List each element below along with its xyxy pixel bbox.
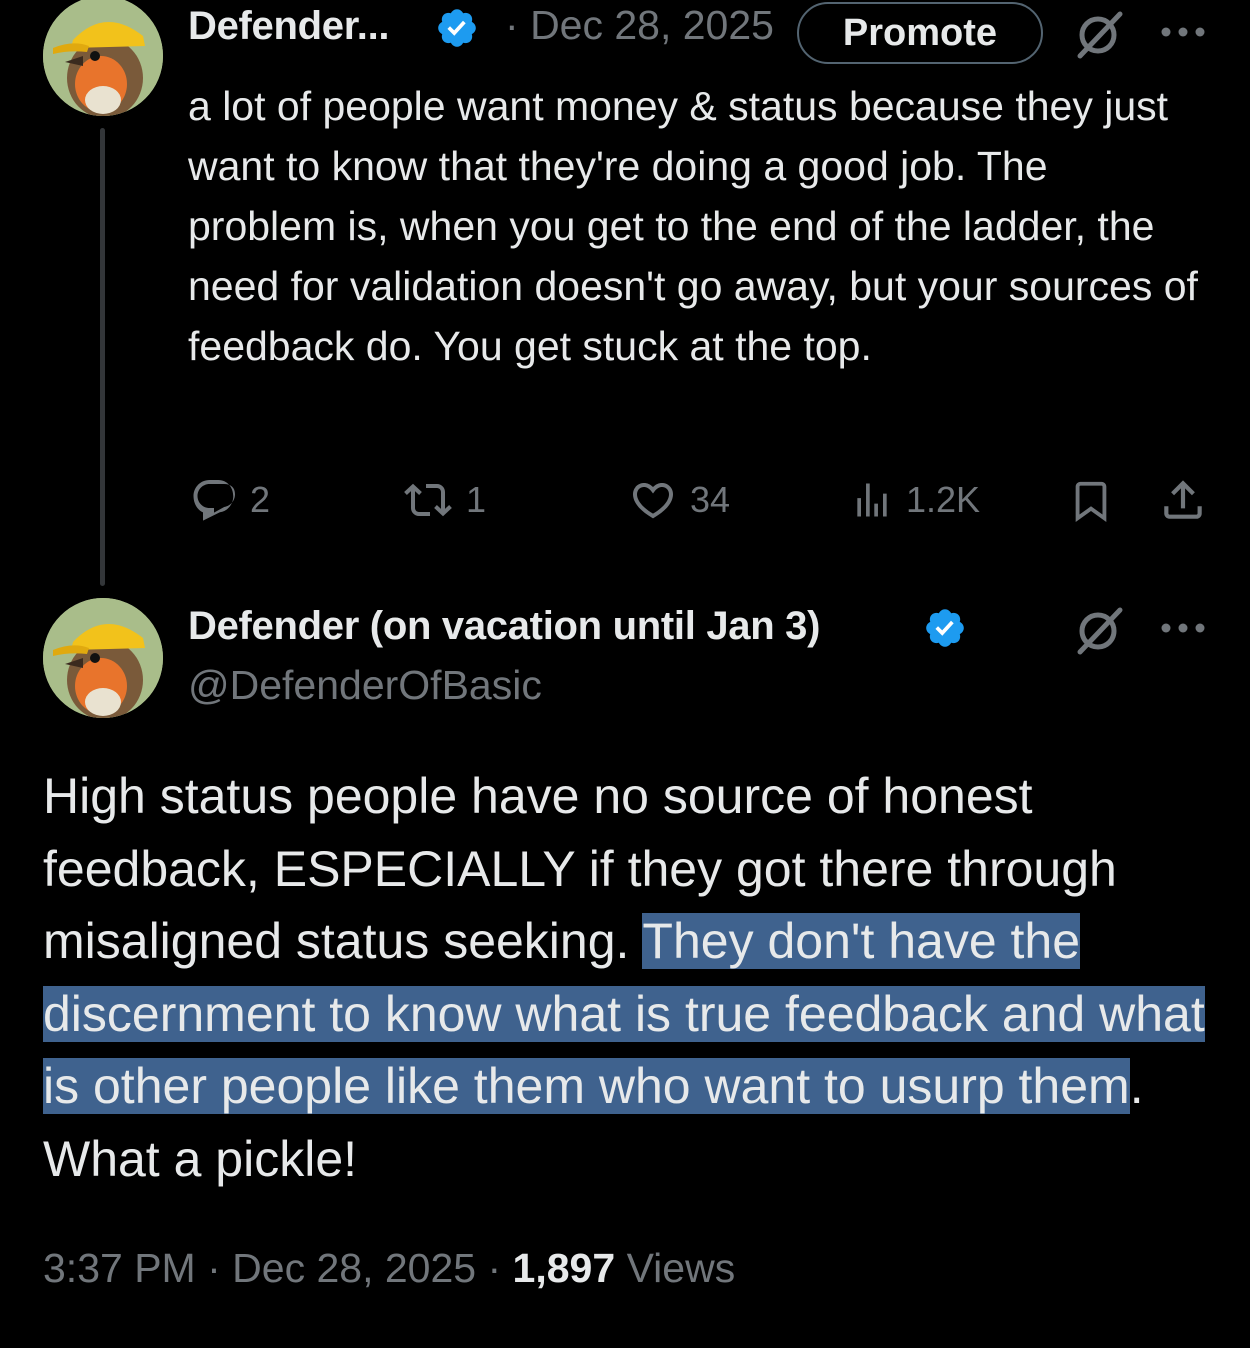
share-icon[interactable] — [1158, 474, 1208, 526]
robin-avatar-image — [43, 0, 163, 116]
parent-tweet-text: a lot of people want money & status beca… — [188, 83, 1198, 369]
repost-count: 1 — [466, 479, 487, 520]
verified-badge-icon[interactable] — [923, 606, 967, 650]
main-display-name[interactable]: Defender (on vacation until Jan 3) — [188, 604, 820, 649]
views-label: Views — [626, 1245, 736, 1291]
reply-button[interactable]: 2 — [190, 476, 270, 524]
main-avatar[interactable] — [43, 598, 163, 718]
parent-date[interactable]: Dec 28, 2025 — [530, 2, 774, 48]
like-icon — [632, 483, 674, 519]
more-icon[interactable] — [1160, 622, 1206, 634]
grok-icon[interactable] — [1072, 8, 1124, 60]
like-count: 34 — [690, 479, 731, 520]
views-count: 1.2K — [906, 479, 981, 520]
verified-badge-icon[interactable] — [435, 6, 479, 50]
like-button[interactable]: 34 — [628, 476, 730, 524]
reply-icon — [193, 480, 235, 521]
tweet-date[interactable]: Dec 28, 2025 — [232, 1245, 476, 1291]
tweet-time[interactable]: 3:37 PM — [43, 1245, 196, 1291]
views-button[interactable]: 1.2K — [850, 476, 980, 524]
repost-button[interactable]: 1 — [402, 476, 486, 524]
main-handle[interactable]: @DefenderOfBasic — [188, 662, 542, 709]
main-tweet-text: High status people have no source of hon… — [43, 760, 1223, 1195]
parent-display-name[interactable]: Defender... — [188, 4, 390, 49]
date-separator: · — [505, 2, 519, 48]
grok-icon[interactable] — [1072, 604, 1124, 656]
promote-button[interactable]: Promote — [797, 2, 1043, 64]
tweet-meta: 3:37 PM · Dec 28, 2025 · 1,897 Views — [43, 1245, 735, 1292]
repost-icon — [404, 483, 452, 517]
parent-avatar[interactable] — [43, 0, 163, 116]
thread-connector-line — [100, 128, 105, 586]
reply-count: 2 — [250, 479, 271, 520]
views-icon — [857, 483, 887, 517]
more-icon[interactable] — [1160, 26, 1206, 38]
robin-avatar-image — [43, 598, 163, 718]
meta-separator: · — [207, 1245, 221, 1291]
views-total: 1,897 — [512, 1245, 616, 1291]
bookmark-icon[interactable] — [1068, 476, 1114, 526]
meta-separator: · — [487, 1245, 502, 1291]
